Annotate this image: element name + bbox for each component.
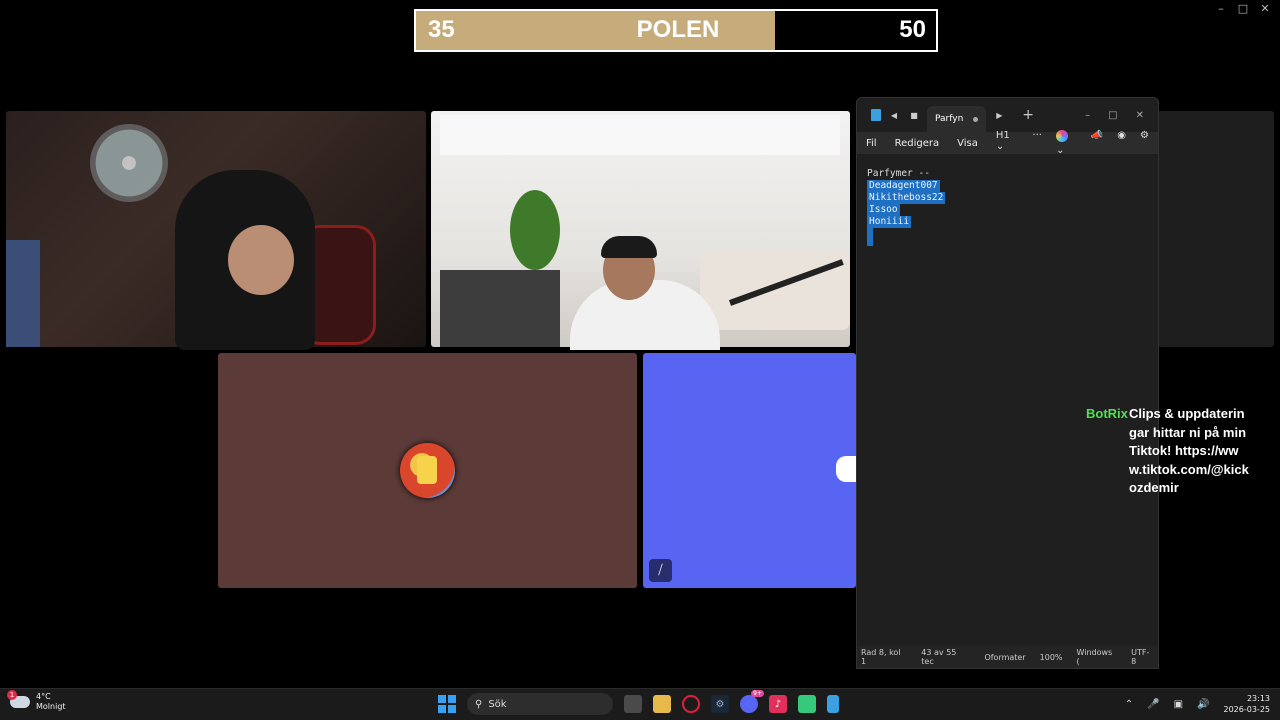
search-icon: ⚲ — [475, 698, 483, 710]
desktop: – □ ✕ 35 POLEN 50 ⧸ ◀ ■ Parfyn ▶ + – □ ✕… — [0, 0, 1280, 720]
search-label: Sök — [488, 698, 507, 710]
task-view-icon[interactable] — [624, 695, 642, 713]
mic-muted-icon: ⧸ — [649, 559, 672, 582]
status-position: Rad 8, kol 1 — [861, 648, 901, 666]
steam-icon[interactable]: ⚙ — [711, 695, 729, 713]
stream-window-controls: – □ ✕ — [1212, 0, 1280, 16]
clock-date: 2026-03-25 — [1223, 705, 1271, 714]
chevron-up-icon[interactable]: ⌃ — [1125, 699, 1133, 710]
weather-temp: 4°C — [36, 692, 51, 701]
text-line-selected: Issoo — [867, 204, 900, 216]
score-progress-fill: 35 POLEN — [416, 11, 775, 50]
notepad-editor[interactable]: Parfymer -- Deadagent007 Nikitheboss22 I… — [857, 154, 1158, 260]
notepad-statusbar: Rad 8, kol 1 43 av 55 tec Oformater 100%… — [857, 646, 1158, 668]
minimize-icon[interactable]: – — [1212, 2, 1230, 15]
menu-edit[interactable]: Redigera — [895, 138, 940, 149]
text-line-selected: Nikitheboss22 — [867, 192, 946, 204]
plant-image — [510, 190, 560, 270]
microphone-icon[interactable]: 🎤 — [1147, 699, 1159, 710]
copilot-icon[interactable]: ⌄ — [1055, 130, 1077, 156]
close-icon[interactable]: ✕ — [1256, 2, 1274, 15]
chat-username: BotRix — [1086, 406, 1128, 421]
discord-tile[interactable] — [643, 353, 856, 588]
avatar-character — [417, 456, 437, 484]
taskbar-apps: ⚲ Sök ⚙ 9+ ♪ — [438, 690, 839, 715]
text-line-selected: Honiiii — [867, 216, 912, 228]
opera-icon[interactable] — [682, 695, 700, 713]
maximize-icon[interactable]: □ — [1234, 2, 1252, 15]
system-tray: ⌃ 🎤 ▣ 🔊 23:13 2026-03-25 — [1125, 693, 1270, 715]
sofa-image — [700, 250, 850, 330]
notepad-menubar: Fil Redigera Visa H1 ⌄ ··· ⌄ 📣 ◉ ⚙ — [857, 130, 1158, 156]
tab-dot-icon: ■ — [910, 110, 918, 120]
taskbar: 1 4°C Molnigt ⚲ Sök ⚙ 9+ ♪ ⌃ 🎤 ▣ 🔊 23:13… — [0, 688, 1280, 720]
notepad-titlebar: ◀ ■ Parfyn ▶ + – □ ✕ — [857, 98, 1158, 132]
file-explorer-icon[interactable] — [653, 695, 671, 713]
score-remainder: 50 — [775, 11, 936, 50]
start-icon[interactable] — [438, 695, 456, 713]
android-icon[interactable] — [798, 695, 816, 713]
guest-hair — [601, 236, 657, 258]
tab-parfyn[interactable]: Parfyn — [927, 106, 987, 132]
tab-scroll-left-icon[interactable]: ◀ — [887, 111, 901, 120]
text-line: Parfymer -- — [867, 168, 930, 179]
minimize-icon[interactable]: – — [1085, 110, 1090, 121]
weather-cloud-icon: 1 — [7, 690, 30, 708]
streamer-head — [228, 225, 294, 295]
more-options[interactable]: ··· — [1032, 130, 1042, 156]
cabinet-image — [440, 270, 560, 347]
chat-text: Clips & uppdateringar hittar ni på min T… — [1129, 406, 1249, 495]
status-zoom[interactable]: 100% — [1040, 653, 1063, 662]
search-box[interactable]: ⚲ Sök — [467, 693, 613, 715]
network-icon[interactable]: ▣ — [1174, 699, 1183, 710]
fan-image — [90, 124, 168, 202]
menu-file[interactable]: Fil — [866, 138, 877, 149]
new-tab-icon[interactable]: + — [1022, 107, 1034, 123]
notepad-icon — [871, 109, 881, 121]
discord-icon[interactable]: 9+ — [740, 690, 764, 713]
video-tile-right[interactable] — [1158, 111, 1274, 347]
notepad-window: ◀ ■ Parfyn ▶ + – □ ✕ Fil Redigera Visa H… — [856, 97, 1159, 669]
monitor-image — [6, 240, 40, 347]
discord-badge: 9+ — [751, 690, 764, 697]
clock[interactable]: 23:13 2026-03-25 — [1224, 693, 1271, 715]
room-ceiling-image — [440, 115, 840, 155]
announcement-icon[interactable]: 📣 — [1091, 130, 1103, 156]
weather-widget[interactable]: 1 4°C Molnigt — [7, 690, 66, 712]
status-line-ending: Windows ( — [1076, 648, 1113, 666]
menu-view[interactable]: Visa — [957, 138, 978, 149]
status-encoding: UTF-8 — [1131, 648, 1150, 666]
tiktok-icon[interactable]: ♪ — [769, 695, 787, 713]
clock-time: 23:13 — [1246, 694, 1270, 703]
status-chars: 43 av 55 tec — [921, 648, 957, 666]
text-line-selected: Deadagent007 — [867, 180, 940, 192]
unsaved-dot-icon — [973, 116, 979, 122]
weather-badge: 1 — [7, 690, 17, 700]
volume-icon[interactable]: 🔊 — [1197, 699, 1209, 710]
tab-scroll-right-icon[interactable]: ▶ — [992, 111, 1006, 120]
tab-title: Parfyn — [935, 114, 964, 124]
close-icon[interactable]: ✕ — [1136, 110, 1144, 121]
account-icon[interactable]: ◉ — [1117, 130, 1126, 156]
user-avatar — [400, 443, 455, 498]
scoreboard: 35 POLEN 50 — [414, 9, 938, 52]
selection-caret — [867, 228, 873, 246]
heading-dropdown[interactable]: H1 ⌄ — [996, 130, 1019, 156]
weather-desc: Molnigt — [36, 702, 66, 711]
right-score: 50 — [899, 16, 926, 43]
notepad-icon[interactable] — [827, 695, 839, 713]
settings-icon[interactable]: ⚙ — [1140, 130, 1149, 156]
status-format[interactable]: Oformater — [984, 653, 1025, 662]
maximize-icon[interactable]: □ — [1108, 110, 1117, 121]
discord-icon — [836, 456, 858, 482]
